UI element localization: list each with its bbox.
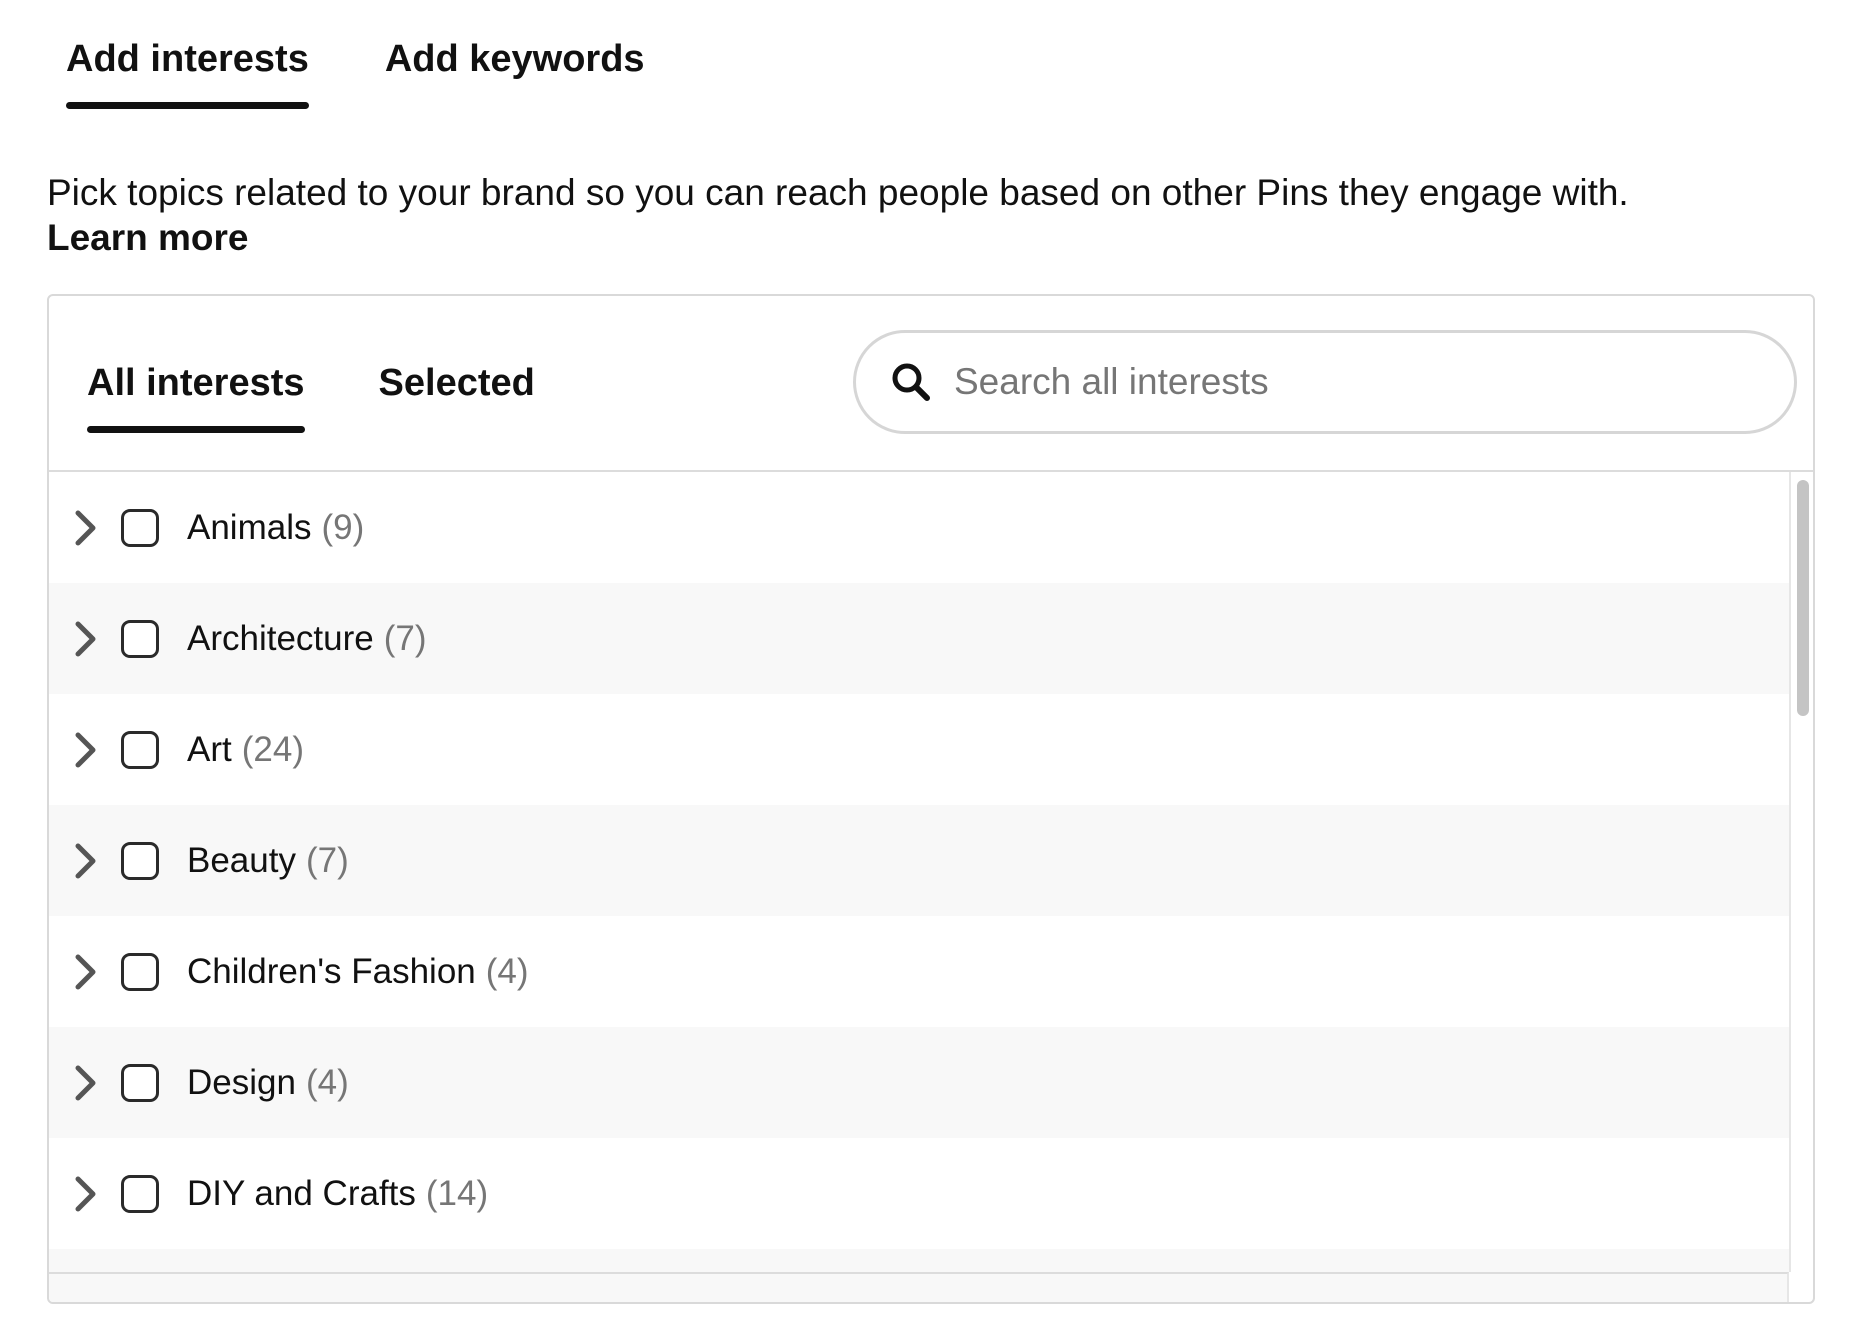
checkbox[interactable] <box>121 841 159 880</box>
list-item-beauty[interactable]: Beauty (7) <box>49 805 1789 916</box>
chevron-right-icon[interactable] <box>73 1174 99 1214</box>
list-item-childrens-fashion[interactable]: Children's Fashion (4) <box>49 916 1789 1027</box>
scrollbar-thumb[interactable] <box>1797 480 1809 716</box>
item-count: (7) <box>305 840 349 880</box>
chevron-right-icon[interactable] <box>73 619 99 659</box>
item-label: Beauty <box>187 840 296 880</box>
description-text: Pick topics related to your brand so you… <box>47 172 1629 213</box>
item-label: Design <box>187 1062 296 1102</box>
checkbox[interactable] <box>121 1063 159 1102</box>
panel-header: All interests Selected <box>49 296 1813 472</box>
tab-selected[interactable]: Selected <box>379 362 535 429</box>
interest-filter-tabs: All interests Selected <box>87 362 535 433</box>
checkbox[interactable] <box>121 508 159 547</box>
item-count: (4) <box>485 951 529 991</box>
chevron-right-icon[interactable] <box>73 841 99 881</box>
list-item-diy-and-crafts[interactable]: DIY and Crafts (14) <box>49 1138 1789 1249</box>
list-footer <box>49 1272 1789 1302</box>
top-tabs: Add interests Add keywords <box>66 38 645 109</box>
interests-list: Animals (9) Architecture (7) Art (24) Be… <box>49 472 1789 1272</box>
list-item-art[interactable]: Art (24) <box>49 694 1789 805</box>
list-item-partial <box>49 1249 1789 1272</box>
item-label: Art <box>187 729 232 769</box>
item-label: DIY and Crafts <box>187 1173 416 1213</box>
item-label: Children's Fashion <box>187 951 476 991</box>
learn-more-link[interactable]: Learn more <box>47 215 1787 260</box>
tab-add-interests[interactable]: Add interests <box>66 38 309 109</box>
item-count: (7) <box>383 618 427 658</box>
search-input[interactable] <box>952 360 1776 404</box>
tab-add-keywords[interactable]: Add keywords <box>385 38 645 105</box>
scrollbar[interactable] <box>1789 472 1813 1272</box>
list-item-design[interactable]: Design (4) <box>49 1027 1789 1138</box>
search-icon <box>892 363 930 401</box>
interests-panel: All interests Selected Animals (9) <box>47 294 1815 1304</box>
search-box[interactable] <box>853 330 1797 434</box>
chevron-right-icon[interactable] <box>73 730 99 770</box>
description: Pick topics related to your brand so you… <box>47 170 1787 260</box>
checkbox[interactable] <box>121 619 159 658</box>
item-count: (4) <box>305 1062 349 1102</box>
checkbox[interactable] <box>121 730 159 769</box>
list-item-animals[interactable]: Animals (9) <box>49 472 1789 583</box>
item-count: (14) <box>425 1173 489 1213</box>
checkbox[interactable] <box>121 952 159 991</box>
item-label: Animals <box>187 507 312 547</box>
chevron-right-icon[interactable] <box>73 508 99 548</box>
item-count: (24) <box>241 729 304 769</box>
tab-all-interests[interactable]: All interests <box>87 362 305 433</box>
item-count: (9) <box>321 507 365 547</box>
item-label: Architecture <box>187 618 374 658</box>
chevron-right-icon[interactable] <box>73 1063 99 1103</box>
list-item-architecture[interactable]: Architecture (7) <box>49 583 1789 694</box>
checkbox[interactable] <box>121 1174 159 1213</box>
chevron-right-icon[interactable] <box>73 952 99 992</box>
interest-targeting-page: Add interests Add keywords Pick topics r… <box>0 0 1856 1334</box>
